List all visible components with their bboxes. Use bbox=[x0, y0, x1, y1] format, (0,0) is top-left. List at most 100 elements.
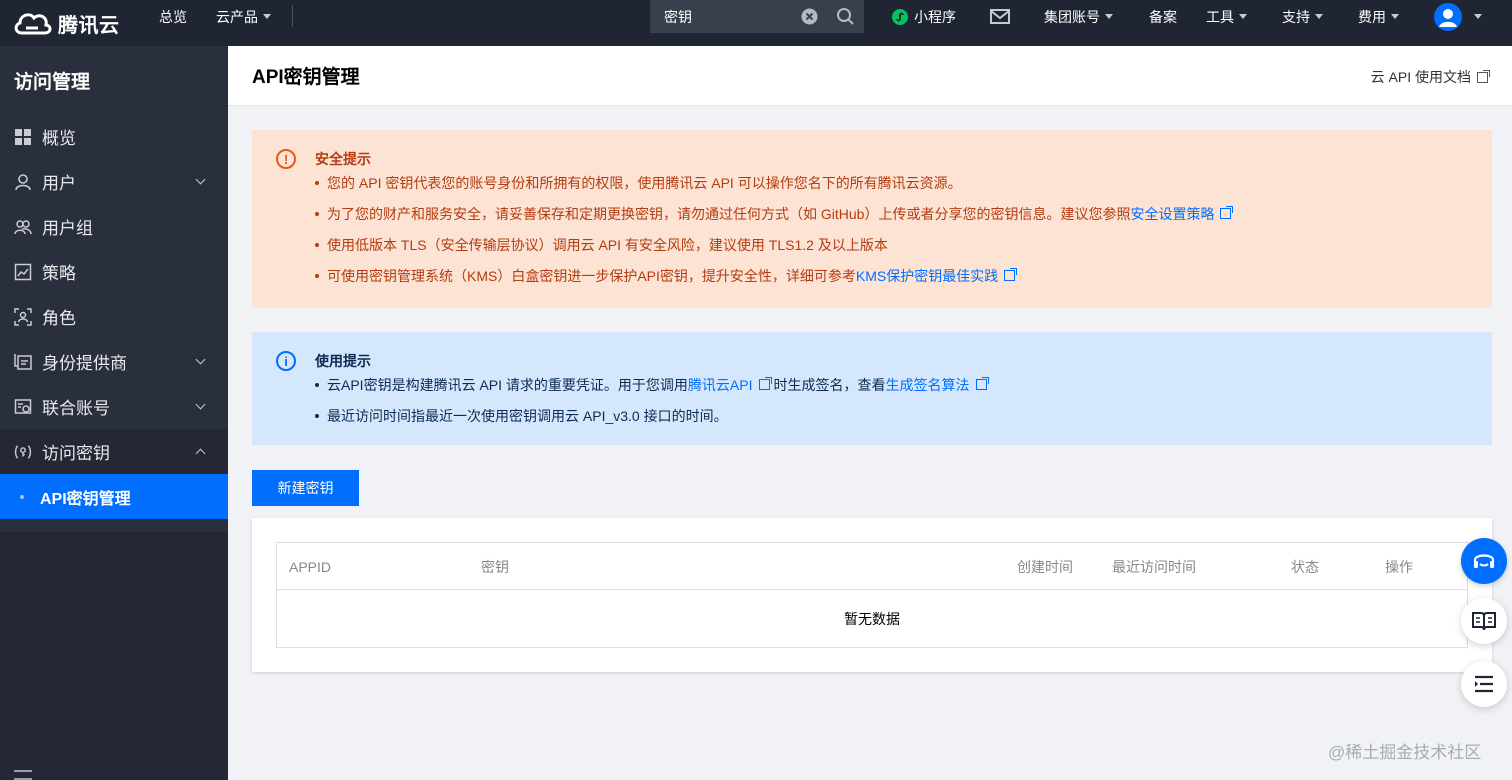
search-box bbox=[650, 0, 864, 33]
chevron-down-icon bbox=[1239, 14, 1247, 19]
key-icon bbox=[14, 443, 32, 461]
list-item-text: 您的 API 密钥代表您的账号身份和所拥有的权限，使用腾讯云 API 可以操作您… bbox=[327, 175, 962, 191]
mail-button[interactable] bbox=[990, 0, 1010, 33]
filing-label: 备案 bbox=[1149, 8, 1177, 25]
top-navbar: 腾讯云 总览 云产品 小程序 集团账号 备案 工具 支持 费用 bbox=[0, 0, 1512, 46]
column-header-created-time: 创建时间 bbox=[1017, 558, 1073, 575]
usage-alert-title: 使用提示 bbox=[315, 353, 371, 369]
external-link-icon bbox=[758, 377, 772, 390]
mini-program-label: 小程序 bbox=[914, 8, 956, 25]
column-header-status: 状态 bbox=[1291, 558, 1319, 575]
chevron-down-icon bbox=[195, 399, 206, 410]
column-header-last-access-time: 最近访问时间 bbox=[1112, 558, 1196, 575]
external-link-icon bbox=[975, 377, 989, 390]
federated-account-icon bbox=[14, 398, 32, 416]
sidebar-item-roles[interactable]: 角色 bbox=[0, 294, 228, 339]
nav-products-label: 云产品 bbox=[216, 8, 258, 25]
list-item-text: 最近访问时间指最近一次使用密钥调用云 API_v3.0 接口的时间。 bbox=[327, 408, 728, 424]
billing-label: 费用 bbox=[1358, 8, 1386, 25]
chevron-up-icon bbox=[195, 448, 206, 459]
filing-link[interactable]: 备案 bbox=[1149, 0, 1177, 33]
book-icon bbox=[1472, 612, 1496, 631]
list-item: 使用低版本 TLS（安全传输层协议）调用云 API 有安全风险，建议使用 TLS… bbox=[315, 235, 1492, 255]
tools-label: 工具 bbox=[1206, 8, 1234, 25]
role-icon bbox=[14, 307, 32, 326]
support-menu[interactable]: 支持 bbox=[1282, 0, 1323, 33]
docs-button[interactable] bbox=[1461, 598, 1507, 644]
usage-alert: i 使用提示 云API密钥是构建腾讯云 API 请求的重要凭证。用于您调用腾讯云… bbox=[252, 332, 1492, 445]
headset-icon bbox=[1473, 554, 1495, 568]
mini-program-link[interactable]: 小程序 bbox=[891, 0, 956, 33]
external-link-icon bbox=[1477, 69, 1490, 83]
chevron-down-icon bbox=[1391, 14, 1399, 19]
group-account-label: 集团账号 bbox=[1044, 8, 1100, 25]
identity-provider-icon bbox=[14, 353, 32, 371]
sidebar-item-federated-accounts[interactable]: 联合账号 bbox=[0, 384, 228, 429]
users-icon bbox=[14, 218, 32, 236]
nav-products[interactable]: 云产品 bbox=[216, 0, 271, 33]
nav-overview[interactable]: 总览 bbox=[159, 0, 187, 33]
table-empty-state: 暂无数据 bbox=[844, 610, 900, 627]
sidebar-item-overview[interactable]: 概览 bbox=[0, 114, 228, 159]
chevron-down-icon bbox=[195, 354, 206, 365]
sidebar-item-identity-providers[interactable]: 身份提供商 bbox=[0, 339, 228, 384]
sidebar-item-label: 角色 bbox=[42, 309, 76, 328]
sidebar-item-users[interactable]: 用户 bbox=[0, 159, 228, 204]
outline-button[interactable] bbox=[1461, 661, 1507, 707]
sidebar-subitem-label: API密钥管理 bbox=[40, 490, 131, 508]
grid-icon bbox=[14, 128, 32, 146]
list-item: 您的 API 密钥代表您的账号身份和所拥有的权限，使用腾讯云 API 可以操作您… bbox=[315, 173, 1492, 193]
api-doc-link-label: 云 API 使用文档 bbox=[1370, 69, 1471, 85]
collapse-menu-icon[interactable] bbox=[14, 770, 32, 780]
sidebar-item-user-groups[interactable]: 用户组 bbox=[0, 204, 228, 249]
create-key-button[interactable]: 新建密钥 bbox=[252, 470, 359, 506]
sidebar-item-label: 访问密钥 bbox=[42, 444, 110, 463]
security-alert: ! 安全提示 您的 API 密钥代表您的账号身份和所拥有的权限，使用腾讯云 AP… bbox=[252, 130, 1492, 308]
sidebar-item-policies[interactable]: 策略 bbox=[0, 249, 228, 294]
tools-menu[interactable]: 工具 bbox=[1206, 0, 1247, 33]
clear-icon[interactable] bbox=[801, 8, 818, 25]
column-header-key: 密钥 bbox=[481, 558, 509, 575]
chevron-down-icon bbox=[263, 14, 271, 19]
customer-service-button[interactable] bbox=[1461, 538, 1507, 584]
sidebar-item-label: 策略 bbox=[42, 264, 76, 283]
external-link-icon bbox=[1004, 268, 1018, 281]
column-header-appid: APPID bbox=[289, 558, 332, 575]
chevron-down-icon bbox=[1315, 14, 1323, 19]
tencent-cloud-api-link[interactable]: 腾讯云API bbox=[688, 377, 753, 393]
list-item-text: 可使用密钥管理系统（KMS）白盒密钥进一步保护API密钥，提升安全性，详细可参考 bbox=[327, 268, 856, 284]
sidebar: 访问管理 概览 用户 用户组 策略 角色 身份提供商 联合账号 访问密钥 API… bbox=[0, 46, 228, 780]
sidebar-item-api-key-management[interactable]: API密钥管理 bbox=[0, 474, 228, 519]
sidebar-item-label: 联合账号 bbox=[42, 399, 110, 418]
mail-icon bbox=[990, 9, 1010, 24]
signature-algorithm-link[interactable]: 生成签名算法 bbox=[886, 377, 970, 393]
brand-logo[interactable]: 腾讯云 bbox=[0, 9, 140, 38]
avatar bbox=[1434, 2, 1462, 31]
group-account-menu[interactable]: 集团账号 bbox=[1044, 0, 1113, 33]
search-icon[interactable] bbox=[836, 7, 855, 26]
sidebar-item-access-keys[interactable]: 访问密钥 bbox=[0, 429, 228, 474]
list-item-text: 使用低版本 TLS（安全传输层协议）调用云 API 有安全风险，建议使用 TLS… bbox=[327, 237, 888, 253]
key-table: APPID 密钥 创建时间 最近访问时间 状态 操作 暂无数据 bbox=[276, 542, 1468, 648]
kms-best-practice-link[interactable]: KMS保护密钥最佳实践 bbox=[856, 268, 998, 284]
chevron-down-icon bbox=[1105, 14, 1113, 19]
warning-icon: ! bbox=[276, 149, 296, 169]
column-header-actions: 操作 bbox=[1385, 558, 1413, 575]
sidebar-item-label: 概览 bbox=[42, 129, 76, 148]
sidebar-item-label: 身份提供商 bbox=[42, 354, 127, 373]
sidebar-title: 访问管理 bbox=[14, 71, 91, 93]
api-doc-link[interactable]: 云 API 使用文档 bbox=[1370, 67, 1490, 87]
account-menu[interactable] bbox=[1434, 0, 1482, 33]
list-item-text: 云API密钥是构建腾讯云 API 请求的重要凭证。用于您调用 bbox=[327, 377, 688, 393]
table-header: APPID 密钥 创建时间 最近访问时间 状态 操作 bbox=[277, 543, 1467, 590]
billing-menu[interactable]: 费用 bbox=[1358, 0, 1399, 33]
list-item: 最近访问时间指最近一次使用密钥调用云 API_v3.0 接口的时间。 bbox=[315, 406, 1492, 426]
bullet-dot bbox=[20, 494, 24, 499]
security-policy-link[interactable]: 安全设置策略 bbox=[1130, 206, 1214, 222]
list-item: 为了您的财产和服务安全，请妥善保存和定期更换密钥，请勿通过任何方式（如 GitH… bbox=[315, 204, 1492, 224]
list-item-text: 时生成签名，查看 bbox=[773, 377, 886, 393]
user-icon bbox=[14, 173, 32, 191]
search-input[interactable] bbox=[664, 8, 804, 25]
usage-alert-list: 云API密钥是构建腾讯云 API 请求的重要凭证。用于您调用腾讯云API 时生成签… bbox=[315, 375, 1492, 426]
sidebar-item-label: 用户组 bbox=[42, 219, 93, 238]
